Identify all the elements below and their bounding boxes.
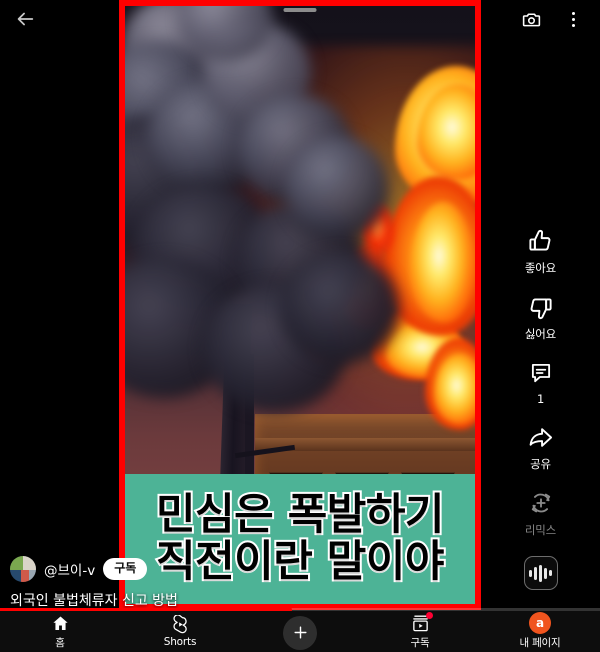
audio-waveform-icon [529,569,532,577]
audio-waveform-icon [539,564,542,582]
comment-icon [528,358,554,388]
subscriptions-badge [425,611,433,619]
video-player[interactable]: 민심은 폭발하기 직전이란 말이야 [119,0,481,610]
subscriptions-icon [411,611,433,633]
nav-item-subscriptions[interactable]: 구독 [360,611,480,652]
more-options-button[interactable] [560,5,586,33]
back-button[interactable] [8,4,42,34]
nav-label-shorts: Shorts [163,636,197,648]
account-avatar: a [529,612,551,634]
sound-button[interactable] [523,556,558,590]
plus-icon [293,626,307,639]
shorts-icon [171,615,190,634]
audio-waveform-icon [549,570,552,576]
subscribe-button[interactable]: 구독 [103,558,148,580]
thumbs-down-icon [527,292,554,322]
channel-handle[interactable]: @브이-v [44,559,95,579]
share-arrow-icon [527,422,554,452]
nav-label-home: 홈 [55,636,65,649]
smoke-puff [285,136,389,240]
comment-button[interactable]: 1 [509,358,573,406]
account-avatar-initial: a [529,612,551,634]
nav-item-home[interactable]: 홈 [0,611,120,652]
avatar-shape [23,556,36,571]
smoke-plume [125,6,415,412]
nav-item-shorts[interactable]: Shorts [120,611,240,652]
bottom-navigation: 홈 Shorts 구독 a 내 페이지 [0,611,600,652]
caption-line-1: 민심은 폭발하기 [154,489,446,540]
comment-count: 1 [536,392,545,406]
remix-label: 리믹스 [524,523,557,537]
avatar-shape [10,556,23,571]
audio-waveform-icon [534,566,537,580]
share-button[interactable]: 공유 [509,422,573,472]
create-button[interactable] [283,615,317,650]
like-label: 좋아요 [524,261,557,275]
nav-item-create[interactable] [240,611,360,652]
camera-button[interactable] [516,5,546,33]
avatar-shape [29,569,36,582]
channel-avatar[interactable] [10,556,36,582]
back-arrow-icon [17,12,34,26]
like-button[interactable]: 좋아요 [509,226,573,276]
drag-handle[interactable] [283,8,317,12]
channel-row[interactable]: @브이-v 구독 [0,555,240,583]
smoke-puff [281,252,399,364]
more-vertical-icon [571,11,575,15]
dislike-label: 싫어요 [524,327,557,341]
nav-label-my-page: 내 페이지 [519,636,561,649]
more-vertical-icon [571,23,575,27]
nav-item-my-page[interactable]: a 내 페이지 [480,611,600,652]
avatar-shape [10,569,21,582]
nav-label-subscriptions: 구독 [410,636,430,649]
sound-button-wrap [509,554,573,590]
shorts-player-screen: 민심은 폭발하기 직전이란 말이야 좋아요 싫어요 1 공유 리믹스 @브이-v… [0,0,600,652]
share-label: 공유 [530,457,551,471]
video-surface[interactable]: 민심은 폭발하기 직전이란 말이야 [125,6,475,604]
remix-icon [528,488,554,518]
avatar-shape [20,569,30,582]
camera-icon [522,12,540,26]
video-meta: @브이-v 구독 외국인 불법체류자 신고 방법 [0,555,240,610]
dislike-button[interactable]: 싫어요 [509,292,573,342]
audio-waveform-icon [544,567,547,579]
thumbs-up-icon [527,226,554,256]
video-title[interactable]: 외국인 불법체류자 신고 방법 [0,590,240,610]
home-icon [51,614,70,633]
more-vertical-icon [571,17,575,21]
remix-button[interactable]: 리믹스 [509,488,573,538]
action-rail: 좋아요 싫어요 1 공유 리믹스 [481,226,600,606]
